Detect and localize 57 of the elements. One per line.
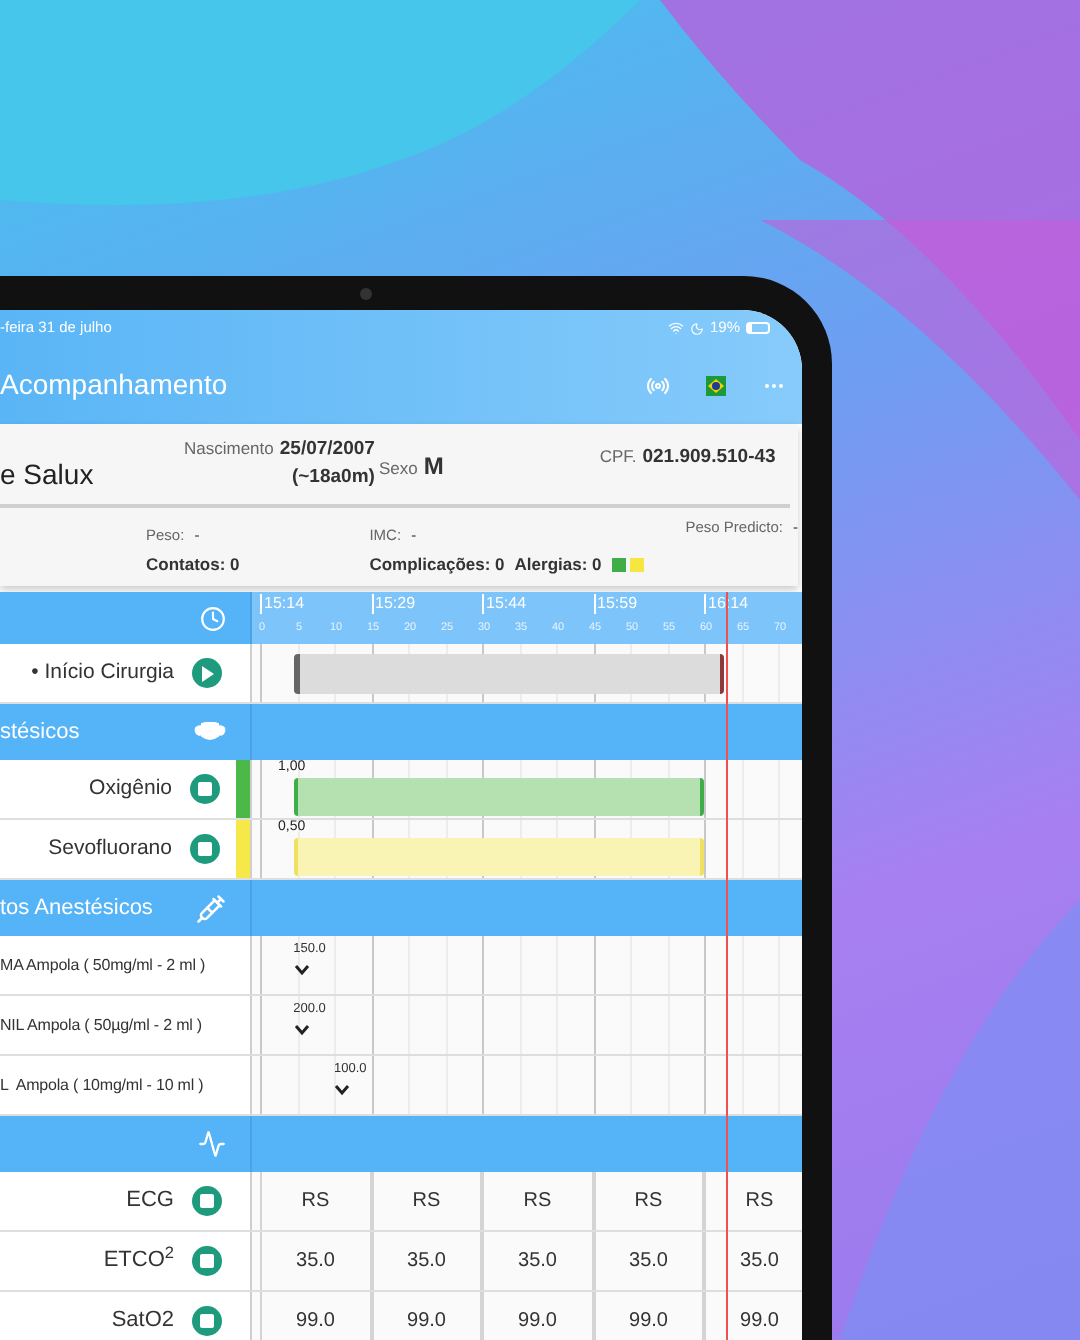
- section-title: stésicos: [0, 717, 80, 748]
- sex: M: [423, 450, 444, 484]
- syringe-icon: [196, 893, 226, 923]
- stop-icon[interactable]: [190, 834, 220, 864]
- chevron-icon[interactable]: [334, 1084, 350, 1096]
- camera-icon: [360, 288, 372, 300]
- broadcast-icon[interactable]: [646, 373, 670, 397]
- section-title: tos Anestésicos: [0, 893, 153, 924]
- contacts: Contatos: 0: [146, 552, 242, 578]
- row-label: MA Ampola ( 50mg/ml - 2 ml ): [0, 953, 206, 977]
- wifi-icon: [667, 320, 684, 336]
- table-cell: RS: [260, 1172, 371, 1230]
- cpf: 021.909.510-43: [642, 444, 776, 472]
- chevron-icon[interactable]: [293, 1024, 310, 1036]
- table-cell: 35.0: [482, 1232, 593, 1290]
- row-label: Oxigênio: [89, 773, 172, 804]
- play-icon[interactable]: [192, 658, 222, 688]
- table-cell: 35.0: [371, 1232, 482, 1290]
- heartbeat-icon: [198, 1130, 226, 1158]
- stop-icon[interactable]: [192, 1306, 222, 1336]
- patient-name: e Salux: [0, 456, 96, 494]
- battery-icon: [746, 322, 770, 334]
- table-cell: 99.0: [371, 1292, 482, 1340]
- page-title: Acompanhamento: [0, 366, 228, 404]
- stop-icon[interactable]: [190, 774, 220, 804]
- time-label: 15:44: [482, 594, 527, 614]
- flag-icon[interactable]: [706, 375, 726, 395]
- row-label: SatO2: [111, 1306, 174, 1337]
- chevron-icon[interactable]: [293, 964, 310, 976]
- row-label: ETCO$^{2}$: [103, 1244, 174, 1277]
- time-label: 15:29: [371, 594, 416, 614]
- table-cell: 35.0: [260, 1232, 371, 1290]
- time-label: 15:14: [260, 594, 305, 614]
- field-label: CPF.: [599, 444, 637, 470]
- table-cell: 35.0: [593, 1232, 704, 1290]
- time-label: 15:59: [593, 594, 638, 614]
- row-label: • Início Cirurgia: [31, 657, 174, 688]
- table-cell: RS: [482, 1172, 593, 1230]
- table-cell: 99.0: [593, 1292, 704, 1340]
- moon-icon: [689, 321, 704, 335]
- age: (~18a0m): [291, 464, 375, 493]
- row-label: Sevofluorano: [48, 833, 172, 864]
- row-label: L Ampola ( 10mg/ml - 10 ml ): [0, 1073, 204, 1097]
- row-label: NIL Ampola ( 50µg/ml - 2 ml ): [0, 1013, 202, 1037]
- row-label: ECG: [126, 1186, 174, 1217]
- stop-icon[interactable]: [192, 1246, 222, 1276]
- allergies: Alergias: 0: [514, 552, 602, 578]
- table-cell: RS: [593, 1172, 704, 1230]
- birth-date: 25/07/2007: [279, 436, 375, 464]
- stop-icon[interactable]: [192, 1186, 222, 1216]
- table-cell: RS: [371, 1172, 482, 1230]
- table-cell: 99.0: [260, 1292, 371, 1340]
- table-cell: 99.0: [482, 1292, 593, 1340]
- complications: Complicações: 0: [369, 552, 505, 578]
- field-label: Nascimento: [184, 436, 274, 462]
- clock-icon: [200, 605, 226, 631]
- field-label: Sexo: [378, 456, 418, 482]
